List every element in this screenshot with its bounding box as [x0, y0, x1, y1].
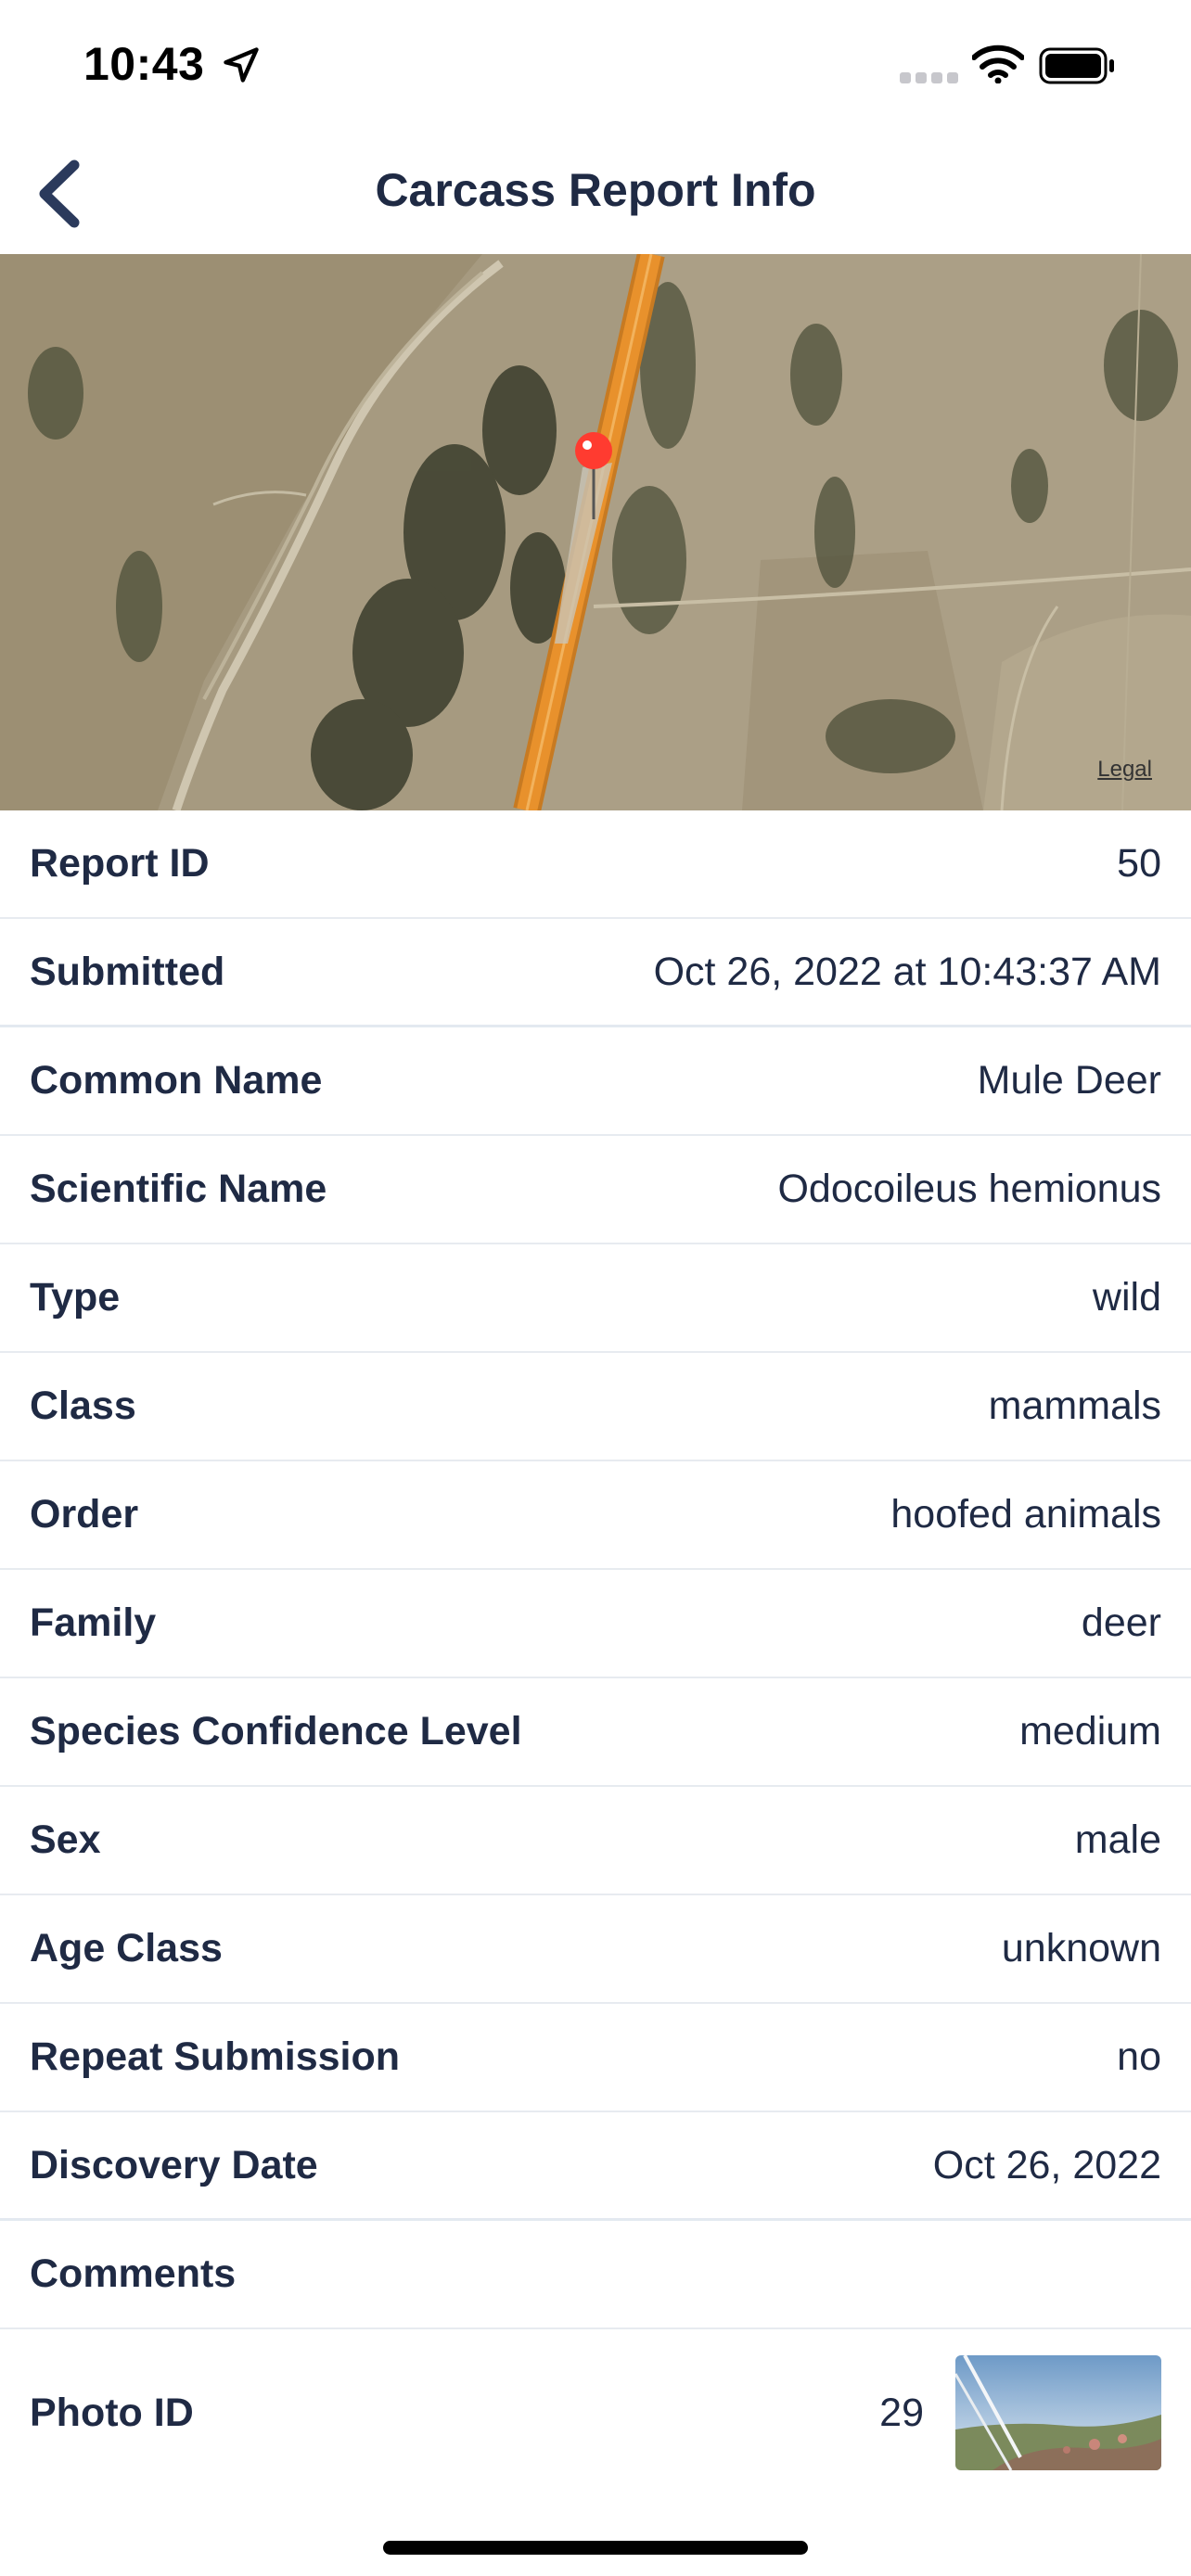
row-value: 29	[879, 2390, 924, 2435]
row-label: Age Class	[30, 1926, 223, 1970]
status-time: 10:43	[83, 38, 205, 90]
row-value: unknown	[1001, 1926, 1161, 1970]
row-value: Mule Deer	[977, 1058, 1161, 1103]
row-value: no	[1117, 2034, 1161, 2079]
row-label: Class	[30, 1384, 136, 1428]
row-label: Sex	[30, 1817, 101, 1862]
home-indicator[interactable]	[383, 2541, 808, 2555]
photo-thumbnail[interactable]	[955, 2355, 1161, 2470]
row-type: Type wild	[0, 1244, 1191, 1353]
row-value: medium	[1019, 1709, 1161, 1753]
page-title: Carcass Report Info	[375, 164, 816, 216]
row-photo-id: Photo ID 29	[0, 2329, 1191, 2496]
row-label: Repeat Submission	[30, 2034, 401, 2079]
row-class: Class mammals	[0, 1353, 1191, 1461]
map-legal-link[interactable]: Legal	[1097, 757, 1152, 783]
row-label: Photo ID	[30, 2390, 194, 2435]
row-value: hoofed animals	[890, 1492, 1161, 1537]
row-sex: Sex male	[0, 1787, 1191, 1895]
report-details: Report ID 50 Submitted Oct 26, 2022 at 1…	[0, 810, 1191, 2496]
row-discovery-date: Discovery Date Oct 26, 2022	[0, 2112, 1191, 2221]
row-value: Odocoileus hemionus	[777, 1167, 1161, 1211]
location-pin-icon[interactable]	[573, 430, 614, 523]
row-repeat-submission: Repeat Submission no	[0, 2004, 1191, 2112]
satellite-map-image	[0, 254, 1191, 810]
row-label: Family	[30, 1600, 157, 1645]
row-value: wild	[1092, 1275, 1161, 1320]
row-value: male	[1074, 1817, 1161, 1862]
row-value: mammals	[988, 1384, 1161, 1428]
row-label: Common Name	[30, 1058, 323, 1103]
row-label: Submitted	[30, 949, 225, 994]
row-report-id: Report ID 50	[0, 810, 1191, 919]
cellular-signal-icon	[900, 72, 958, 83]
row-label: Report ID	[30, 841, 210, 886]
photo-info: 29	[879, 2355, 1161, 2470]
row-comments: Comments	[0, 2221, 1191, 2329]
row-family: Family deer	[0, 1570, 1191, 1678]
location-map[interactable]: Legal	[0, 254, 1191, 810]
wifi-icon	[972, 45, 1024, 83]
row-value: Oct 26, 2022	[932, 2142, 1161, 2187]
status-bar: 10:43	[0, 0, 1191, 130]
row-age-class: Age Class unknown	[0, 1895, 1191, 2004]
row-label: Species Confidence Level	[30, 1709, 522, 1753]
row-scientific-name: Scientific Name Odocoileus hemionus	[0, 1136, 1191, 1244]
navigation-bar: Carcass Report Info	[0, 130, 1191, 254]
row-value: deer	[1081, 1600, 1161, 1645]
row-species-confidence: Species Confidence Level medium	[0, 1678, 1191, 1787]
location-arrow-icon	[224, 47, 259, 83]
photo-image	[955, 2355, 1161, 2470]
row-label: Order	[30, 1492, 139, 1537]
row-order: Order hoofed animals	[0, 1461, 1191, 1570]
row-label: Type	[30, 1275, 121, 1320]
row-submitted: Submitted Oct 26, 2022 at 10:43:37 AM	[0, 919, 1191, 1027]
row-label: Scientific Name	[30, 1167, 327, 1211]
row-label: Comments	[30, 2251, 237, 2296]
row-common-name: Common Name Mule Deer	[0, 1027, 1191, 1136]
carcass-report-screen: 10:43 Carcass Report Info Legal Report I…	[0, 0, 1191, 2576]
row-value: 50	[1117, 841, 1161, 886]
row-label: Discovery Date	[30, 2142, 318, 2187]
row-value: Oct 26, 2022 at 10:43:37 AM	[653, 949, 1161, 994]
battery-icon	[1039, 47, 1114, 84]
